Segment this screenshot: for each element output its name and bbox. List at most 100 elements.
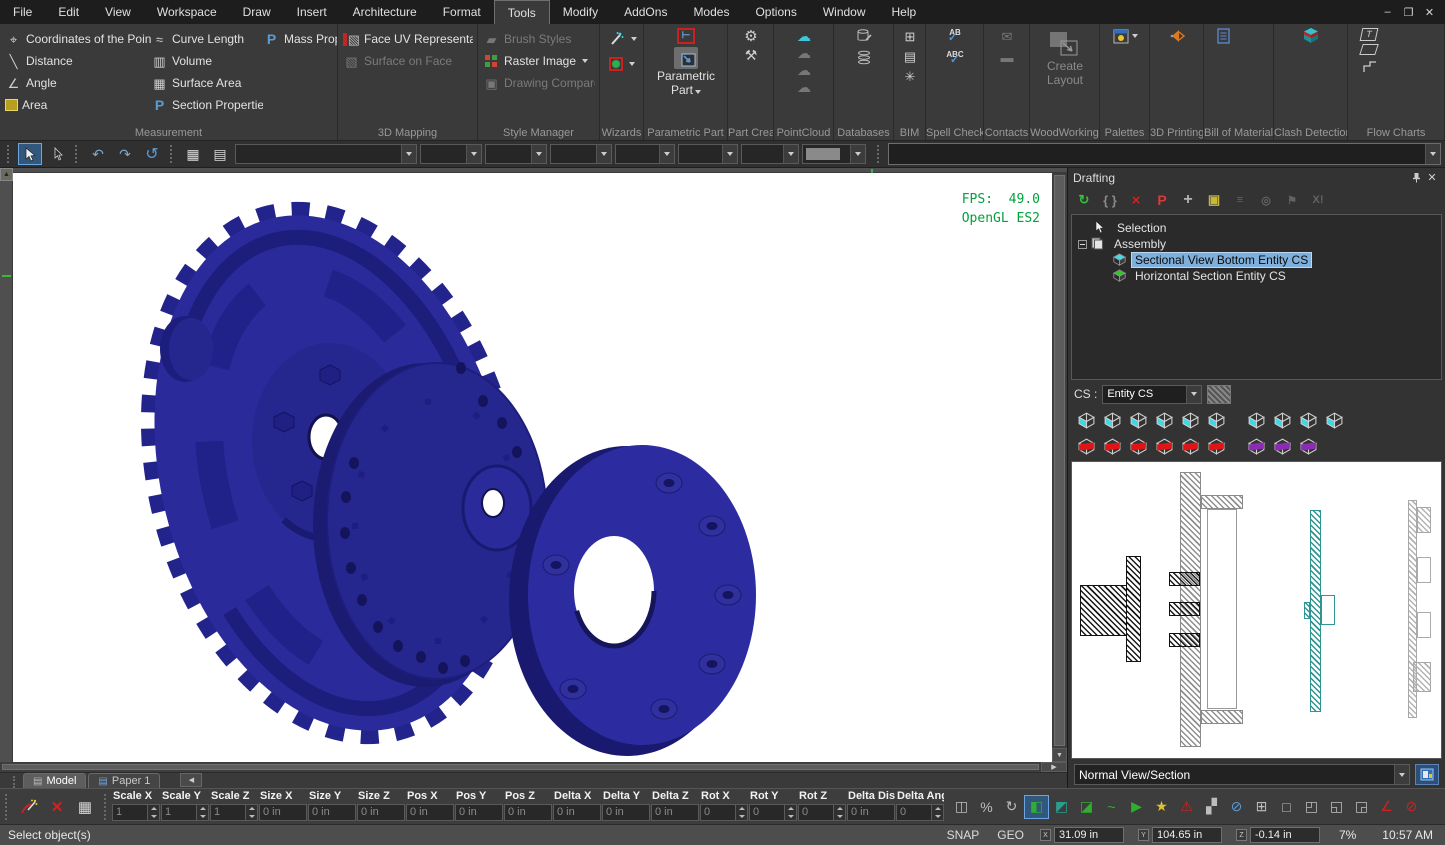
pointcloud-icon[interactable]: ☁ bbox=[796, 79, 813, 95]
spinner[interactable] bbox=[932, 804, 944, 821]
transform-field-value[interactable]: 0 in bbox=[602, 804, 650, 821]
menu-item[interactable]: View bbox=[92, 0, 144, 24]
transform-field-value[interactable]: 0 in bbox=[455, 804, 503, 821]
spell-check-icon[interactable]: ABC✓ bbox=[946, 50, 964, 66]
transform-field-value[interactable]: 1 bbox=[161, 804, 197, 821]
menu-item[interactable]: Tools bbox=[494, 0, 550, 24]
spinner[interactable] bbox=[246, 804, 258, 821]
snap-toggle-icon[interactable]: ▶ bbox=[1124, 795, 1149, 819]
transform-field-value[interactable]: 0 bbox=[700, 804, 736, 821]
cs-section-button[interactable] bbox=[1101, 435, 1124, 457]
view-settings-button[interactable] bbox=[1415, 764, 1439, 785]
snap-toggle-icon[interactable]: □ bbox=[1274, 795, 1299, 819]
wizard-material-button[interactable] bbox=[609, 53, 635, 75]
menu-item[interactable]: Modes bbox=[680, 0, 742, 24]
area-button[interactable]: Area bbox=[5, 94, 151, 116]
cs-orientation-button[interactable] bbox=[1101, 409, 1124, 431]
snap-toggle-icon[interactable]: ◲ bbox=[1349, 795, 1374, 819]
transform-field-value[interactable]: 0 bbox=[749, 804, 785, 821]
vertical-scrollbar-thumb[interactable] bbox=[1054, 175, 1065, 746]
transform-field-value[interactable]: 0 in bbox=[553, 804, 601, 821]
curve-length-button[interactable]: ≈Curve Length bbox=[151, 28, 263, 50]
tree-item-entity-cs[interactable]: Horizontal Section Entity CS bbox=[1076, 268, 1437, 284]
contact-card-icon[interactable]: ▬ bbox=[999, 49, 1016, 65]
scroll-down-icon[interactable]: ▼ bbox=[1052, 748, 1067, 762]
snap-toggle-icon[interactable]: ▞ bbox=[1199, 795, 1224, 819]
palettes-icon[interactable] bbox=[1112, 28, 1129, 44]
flow-parallelogram-icon[interactable] bbox=[1359, 44, 1379, 55]
combo-6[interactable] bbox=[741, 144, 799, 164]
surface-area-button[interactable]: ▦Surface Area bbox=[151, 72, 263, 94]
pointcloud-icon[interactable]: ☁ bbox=[796, 62, 813, 78]
brush-styles-button[interactable]: ▰Brush Styles bbox=[483, 28, 595, 50]
gear-icon[interactable]: ⚙ bbox=[743, 28, 760, 44]
section-properties-button[interactable]: PSection Properties bbox=[151, 94, 263, 116]
snap-toggle-icon[interactable]: ◧ bbox=[1024, 795, 1049, 819]
bill-of-material-icon[interactable] bbox=[1215, 28, 1232, 44]
menu-item[interactable]: Options bbox=[742, 0, 809, 24]
bim-panel-icon[interactable]: ▤ bbox=[902, 48, 919, 64]
snap-toggle-icon[interactable]: ⚠ bbox=[1174, 795, 1199, 819]
redo-button[interactable]: ↷ bbox=[113, 143, 137, 165]
drafting-toolbar-icon[interactable]: ≡ bbox=[1230, 191, 1250, 210]
minimize-button[interactable]: – bbox=[1377, 4, 1398, 21]
spinner[interactable] bbox=[197, 804, 209, 821]
cs-orientation-button[interactable] bbox=[1323, 409, 1346, 431]
cs-orientation-button[interactable] bbox=[1271, 409, 1294, 431]
combo-5[interactable] bbox=[678, 144, 738, 164]
drafting-toolbar-icon[interactable]: ⚑ bbox=[1282, 191, 1302, 210]
transform-field-value[interactable]: 0 in bbox=[259, 804, 307, 821]
coordinates-of-point-button[interactable]: ⌖Coordinates of the Point bbox=[5, 28, 151, 50]
restore-button[interactable]: ❐ bbox=[1398, 4, 1419, 21]
menu-item[interactable]: Help bbox=[879, 0, 930, 24]
snap-toggle-icon[interactable]: ◫ bbox=[949, 795, 974, 819]
snap-toggle-icon[interactable]: ⊘ bbox=[1224, 795, 1249, 819]
parametric-part-button[interactable]: ParametricPart bbox=[649, 44, 723, 98]
transform-field-value[interactable]: 1 bbox=[112, 804, 148, 821]
plot-button[interactable]: ▤ bbox=[208, 143, 232, 165]
snap-toggle-icon[interactable]: ★ bbox=[1149, 795, 1174, 819]
y-coordinate-value[interactable]: 104.65 in bbox=[1152, 827, 1222, 843]
pin-icon[interactable] bbox=[1408, 170, 1424, 185]
cs-section-button[interactable] bbox=[1205, 435, 1228, 457]
snap-toggle-icon[interactable]: % bbox=[974, 795, 999, 819]
transform-field-value[interactable]: 0 in bbox=[847, 804, 895, 821]
table-button[interactable]: ▦ bbox=[181, 143, 205, 165]
cs-section-button[interactable] bbox=[1153, 435, 1176, 457]
menu-item[interactable]: Architecture bbox=[340, 0, 430, 24]
transform-field-value[interactable]: 0 in bbox=[504, 804, 552, 821]
tab-paper1[interactable]: ▤Paper 1 bbox=[88, 773, 160, 788]
drafting-toolbar-icon[interactable]: ↻ bbox=[1074, 191, 1094, 210]
drafting-toolbar-icon[interactable]: P bbox=[1152, 191, 1172, 210]
tree-item-entity-cs[interactable]: Sectional View Bottom Entity CS bbox=[1076, 252, 1437, 268]
cs-orientation-button[interactable] bbox=[1245, 409, 1268, 431]
combo-4[interactable] bbox=[615, 144, 675, 164]
pointcloud-icon[interactable]: ☁ bbox=[796, 45, 813, 61]
cs-orientation-button[interactable] bbox=[1153, 409, 1176, 431]
flow-step-line-icon[interactable] bbox=[1361, 58, 1378, 74]
tab-scroll-left-button[interactable]: ◀ bbox=[180, 773, 202, 787]
transform-field-value[interactable]: 0 in bbox=[357, 804, 405, 821]
wizard-wand-button[interactable] bbox=[608, 28, 637, 50]
menu-item[interactable]: Edit bbox=[45, 0, 92, 24]
snap-toggle-icon[interactable]: ⊘ bbox=[1399, 795, 1424, 819]
gear-assembly-model[interactable] bbox=[13, 173, 1052, 757]
cs-orientation-button[interactable] bbox=[1179, 409, 1202, 431]
command-combo[interactable] bbox=[888, 143, 1441, 165]
horizontal-scrollbar[interactable]: ▶ bbox=[0, 762, 1067, 772]
tree-item-assembly[interactable]: Assembly bbox=[1076, 236, 1437, 252]
database-stack-icon[interactable] bbox=[856, 50, 873, 66]
tree-item-selection[interactable]: Selection bbox=[1076, 220, 1437, 236]
spinner[interactable] bbox=[785, 804, 797, 821]
viewport-left-strip[interactable] bbox=[0, 173, 13, 762]
color-combo[interactable] bbox=[802, 144, 866, 164]
database-edit-icon[interactable] bbox=[856, 28, 873, 44]
cs-section-button[interactable] bbox=[1179, 435, 1202, 457]
drafting-toolbar-icon[interactable]: ▣ bbox=[1204, 191, 1224, 210]
scroll-corner-button[interactable]: ▲ bbox=[0, 168, 13, 181]
3d-printing-icon[interactable] bbox=[1169, 28, 1186, 44]
parametric-constraint-icon[interactable]: ⊢ bbox=[677, 28, 695, 44]
pick-cursor-button[interactable] bbox=[45, 143, 69, 165]
undo-button[interactable]: ↶ bbox=[86, 143, 110, 165]
menu-item[interactable]: Window bbox=[810, 0, 879, 24]
